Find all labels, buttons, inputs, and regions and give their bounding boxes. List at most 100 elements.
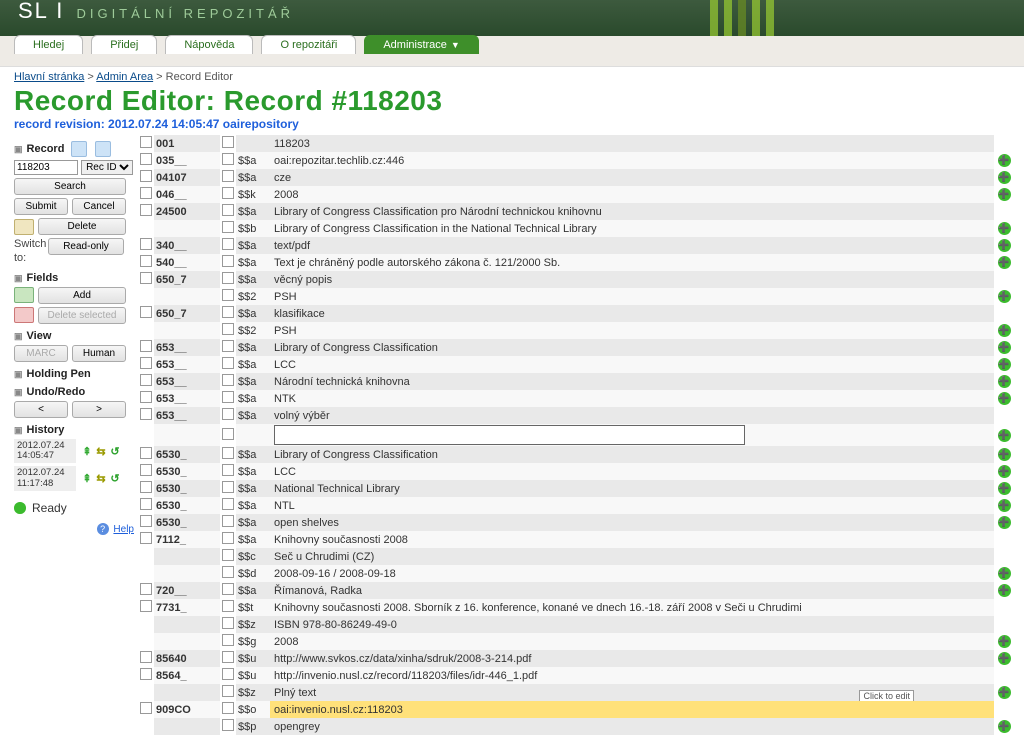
subfield-code[interactable]: $$g — [236, 633, 270, 650]
subfield-code[interactable]: $$a — [236, 463, 270, 480]
subfield-checkbox[interactable] — [222, 289, 234, 301]
add-subfield-icon[interactable] — [994, 254, 1014, 271]
tab-napoveda[interactable]: Nápověda — [165, 35, 253, 54]
row-checkbox[interactable] — [140, 464, 152, 476]
field-value[interactable]: oai:repozitar.techlib.cz:446 — [270, 152, 994, 169]
field-tag[interactable]: 001 — [154, 135, 220, 152]
field-tag[interactable] — [154, 220, 220, 237]
add-subfield-icon[interactable] — [994, 356, 1014, 373]
subfield-checkbox[interactable] — [222, 255, 234, 267]
row-checkbox[interactable] — [140, 255, 152, 267]
subfield-checkbox[interactable] — [222, 515, 234, 527]
field-tag[interactable]: 909CO — [154, 701, 220, 718]
add-subfield-icon[interactable] — [994, 237, 1014, 254]
field-tag[interactable]: 653__ — [154, 356, 220, 373]
add-subfield-icon[interactable] — [994, 616, 1014, 633]
field-value[interactable] — [270, 424, 994, 446]
field-tag[interactable]: 6530_ — [154, 446, 220, 463]
subfield-code[interactable]: $$2 — [236, 288, 270, 305]
subfield-code[interactable]: $$a — [236, 271, 270, 288]
field-tag[interactable]: 653__ — [154, 373, 220, 390]
subfield-code[interactable]: $$2 — [236, 322, 270, 339]
subfield-checkbox[interactable] — [222, 447, 234, 459]
mode-icon[interactable] — [14, 219, 34, 235]
subfield-checkbox[interactable] — [222, 566, 234, 578]
add-subfield-icon[interactable] — [994, 650, 1014, 667]
subfield-code[interactable]: $$a — [236, 514, 270, 531]
recid-select[interactable]: Rec ID — [81, 160, 133, 175]
tab-administrace[interactable]: Administrace▼ — [364, 35, 479, 54]
recid-input[interactable] — [14, 160, 78, 175]
subfield-checkbox[interactable] — [222, 408, 234, 420]
field-value[interactable]: PSH — [270, 288, 994, 305]
add-subfield-icon[interactable] — [994, 186, 1014, 203]
submit-button[interactable]: Submit — [14, 198, 68, 215]
subfield-code[interactable] — [236, 424, 270, 446]
subfield-code[interactable]: $$p — [236, 718, 270, 735]
field-value[interactable]: Knihovny současnosti 2008 — [270, 531, 994, 548]
row-checkbox[interactable] — [140, 306, 152, 318]
field-tag[interactable] — [154, 684, 220, 701]
subfield-code[interactable]: $$a — [236, 531, 270, 548]
row-checkbox[interactable] — [140, 204, 152, 216]
subfield-checkbox[interactable] — [222, 428, 234, 440]
field-value[interactable]: volný výběr — [270, 407, 994, 424]
help-icon[interactable]: ? — [97, 523, 109, 535]
field-value[interactable]: klasifikace — [270, 305, 994, 322]
field-value[interactable]: National Technical Library — [270, 480, 994, 497]
add-icon[interactable] — [14, 287, 34, 303]
field-tag[interactable]: 85640 — [154, 650, 220, 667]
hist-tree-icon[interactable]: ⇞ — [80, 445, 94, 458]
field-value[interactable]: Plný textClick to edit — [270, 684, 994, 701]
subfield-code[interactable]: $$a — [236, 305, 270, 322]
subfield-checkbox[interactable] — [222, 306, 234, 318]
subfield-code[interactable]: $$a — [236, 582, 270, 599]
hist-tree-icon[interactable]: ⇞ — [80, 472, 94, 485]
field-tag[interactable]: 8564_ — [154, 667, 220, 684]
subfield-checkbox[interactable] — [222, 617, 234, 629]
subfield-checkbox[interactable] — [222, 583, 234, 595]
add-subfield-icon[interactable] — [994, 463, 1014, 480]
field-value[interactable]: cze — [270, 169, 994, 186]
subfield-code[interactable]: $$a — [236, 339, 270, 356]
subfield-code[interactable]: $$a — [236, 407, 270, 424]
hist-revert-icon[interactable]: ↺ — [108, 445, 122, 458]
field-value[interactable]: LCC — [270, 356, 994, 373]
field-tag[interactable]: 7112_ — [154, 531, 220, 548]
field-value[interactable]: věcný popis — [270, 271, 994, 288]
add-subfield-icon[interactable] — [994, 480, 1014, 497]
readonly-button[interactable]: Read-only — [48, 238, 124, 255]
hist-compare-icon[interactable]: ⇆ — [94, 445, 108, 458]
row-checkbox[interactable] — [140, 515, 152, 527]
hist-compare-icon[interactable]: ⇆ — [94, 472, 108, 485]
subfield-checkbox[interactable] — [222, 221, 234, 233]
subfield-checkbox[interactable] — [222, 702, 234, 714]
field-tag[interactable]: 035__ — [154, 152, 220, 169]
add-subfield-icon[interactable] — [994, 514, 1014, 531]
tab-hledej[interactable]: Hledej — [14, 35, 83, 54]
field-value[interactable]: ISBN 978-80-86249-49-0 — [270, 616, 994, 633]
field-tag[interactable]: 6530_ — [154, 497, 220, 514]
subfield-checkbox[interactable] — [222, 549, 234, 561]
redo-button[interactable]: > — [72, 401, 126, 418]
add-subfield-icon[interactable] — [994, 305, 1014, 322]
add-subfield-icon[interactable] — [994, 339, 1014, 356]
field-value[interactable]: Národní technická knihovna — [270, 373, 994, 390]
field-tag[interactable]: 7731_ — [154, 599, 220, 616]
subfield-code[interactable]: $$c — [236, 548, 270, 565]
field-value[interactable]: Library of Congress Classification pro N… — [270, 203, 994, 220]
row-checkbox[interactable] — [140, 600, 152, 612]
row-checkbox[interactable] — [140, 357, 152, 369]
field-tag[interactable]: 6530_ — [154, 480, 220, 497]
subfield-checkbox[interactable] — [222, 357, 234, 369]
field-tag[interactable] — [154, 322, 220, 339]
field-tag[interactable]: 340__ — [154, 237, 220, 254]
subfield-checkbox[interactable] — [222, 481, 234, 493]
field-tag[interactable] — [154, 288, 220, 305]
hist-revert-icon[interactable]: ↺ — [108, 472, 122, 485]
row-checkbox[interactable] — [140, 481, 152, 493]
copy-icon[interactable] — [95, 141, 111, 157]
subfield-checkbox[interactable] — [222, 600, 234, 612]
search-button[interactable]: Search — [14, 178, 126, 195]
undo-button[interactable]: < — [14, 401, 68, 418]
